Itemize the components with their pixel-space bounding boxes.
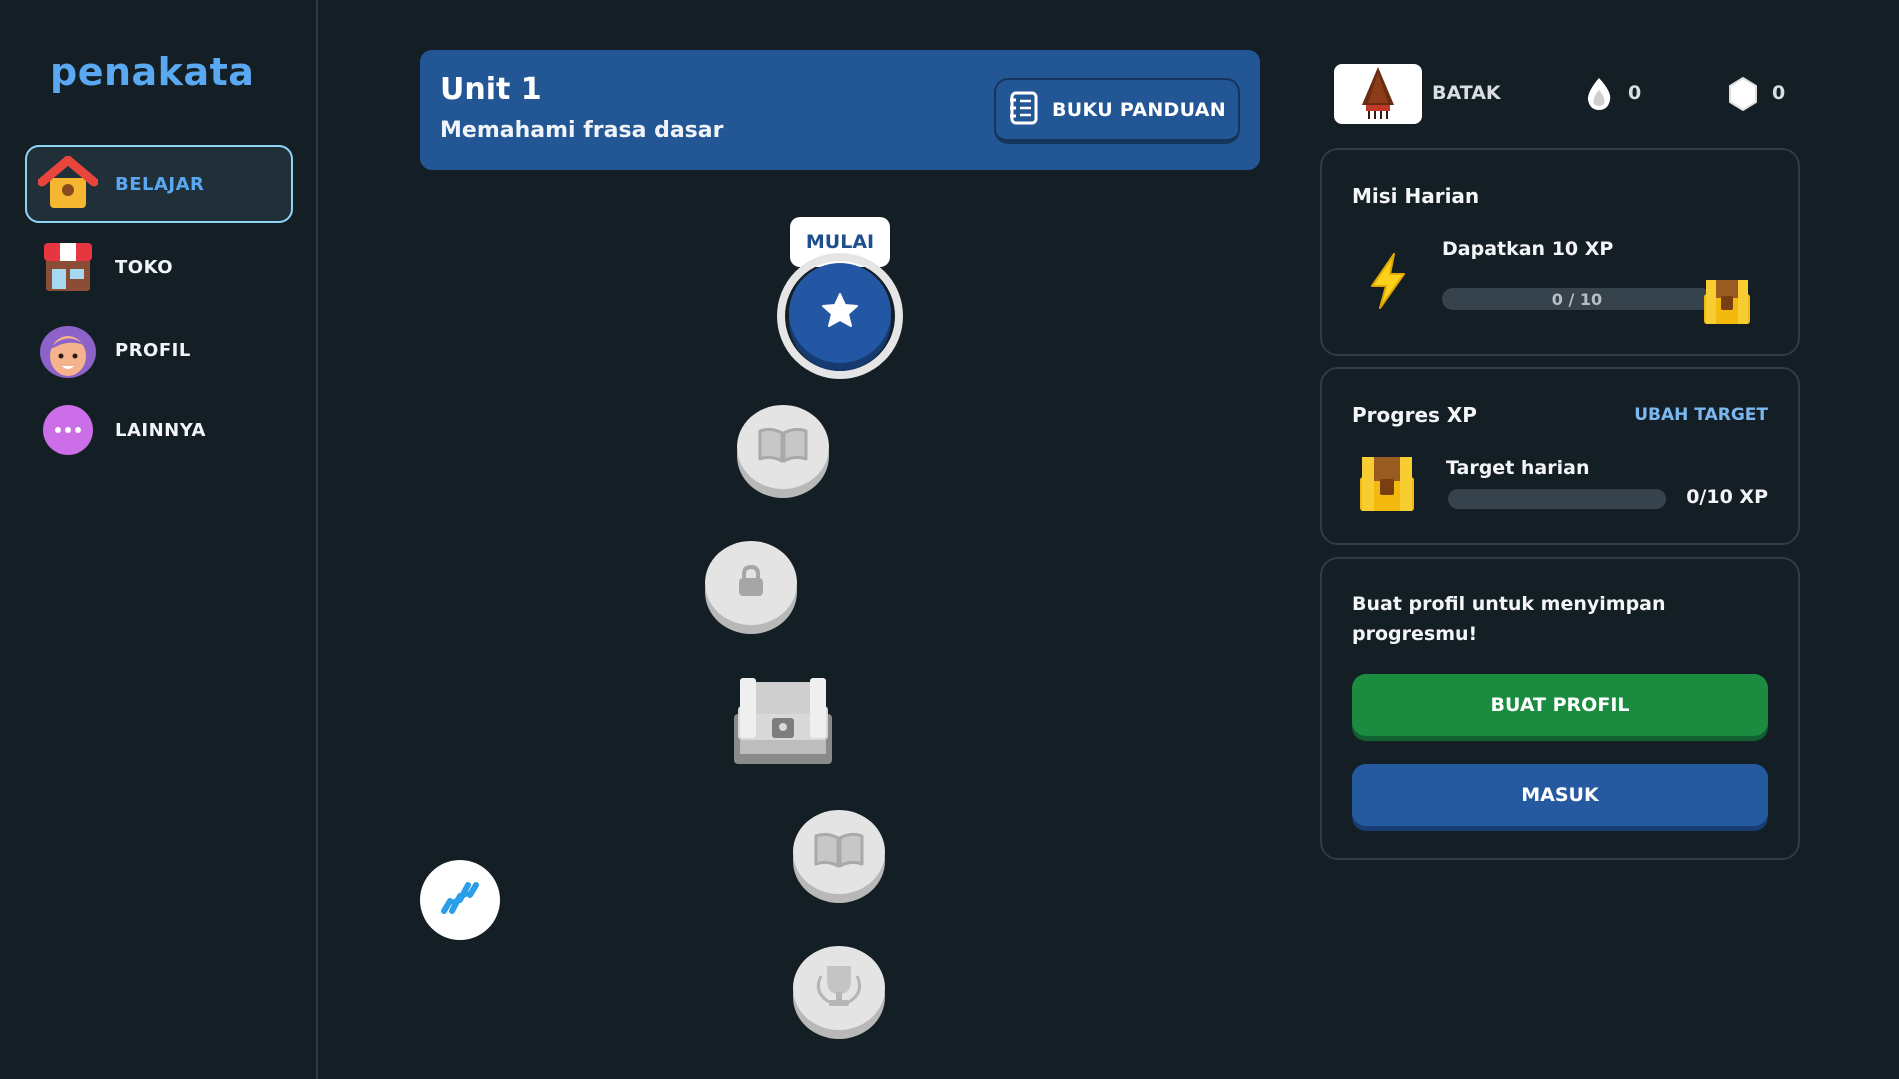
xp-progress-title: Progres XP <box>1352 403 1477 427</box>
trophy-icon <box>811 962 867 1014</box>
unit-title: Unit 1 <box>440 72 542 107</box>
practice-button[interactable] <box>420 860 500 940</box>
lesson-node-locked[interactable] <box>705 541 797 625</box>
sidebar-item-lainnya[interactable]: LAINNYA <box>25 391 293 469</box>
book-icon <box>812 830 866 874</box>
chest-icon <box>1702 276 1752 330</box>
language-label: BATAK <box>1432 82 1501 104</box>
profile-prompt-text: Buat profil untuk menyimpan progresmu! <box>1352 593 1666 645</box>
sidebar-item-label: TOKO <box>115 256 174 278</box>
lightning-icon <box>1366 252 1410 314</box>
sidebar-item-label: BELAJAR <box>115 173 205 195</box>
daily-mission-title: Misi Harian <box>1352 184 1480 208</box>
notebook-icon <box>1008 91 1040 129</box>
create-profile-card: Buat profil untuk menyimpan progresmu! B… <box>1320 557 1800 860</box>
mission-progress-bar: 0 / 10 <box>1442 288 1712 310</box>
more-icon <box>37 399 99 461</box>
guidebook-label: BUKU PANDUAN <box>1052 98 1226 121</box>
lesson-node-current[interactable] <box>789 263 891 363</box>
unit-review-node[interactable] <box>793 946 885 1030</box>
streak-icon[interactable] <box>1584 76 1614 116</box>
lesson-node-locked[interactable] <box>793 810 885 894</box>
sidebar-item-label: PROFIL <box>115 339 191 361</box>
chest-node[interactable] <box>732 676 834 766</box>
guidebook-button[interactable]: BUKU PANDUAN <box>994 78 1240 144</box>
batak-house-icon <box>1358 65 1398 123</box>
create-profile-button[interactable]: BUAT PROFIL <box>1352 674 1768 736</box>
shop-icon <box>37 236 99 298</box>
sidebar-item-label: LAINNYA <box>115 419 206 441</box>
home-icon <box>37 153 99 215</box>
sidebar: penakata BELAJAR TOKO PROFIL LAINNYA <box>0 0 318 1079</box>
mission-task: Dapatkan 10 XP <box>1442 238 1614 260</box>
language-flag[interactable] <box>1334 64 1422 124</box>
app-logo[interactable]: penakata <box>50 50 254 94</box>
login-button[interactable]: MASUK <box>1352 764 1768 826</box>
book-icon <box>756 425 810 469</box>
daily-target-label: Target harian <box>1446 457 1590 479</box>
dumbbell-icon <box>439 881 481 919</box>
xp-progress-card: Progres XP UBAH TARGET Target harian 0/1… <box>1320 367 1800 545</box>
sidebar-item-toko[interactable]: TOKO <box>25 228 293 306</box>
streak-count: 0 <box>1628 82 1642 104</box>
treasure-chest-icon <box>1358 455 1416 517</box>
sidebar-item-belajar[interactable]: BELAJAR <box>25 145 293 223</box>
star-icon <box>820 291 860 335</box>
lesson-node-locked[interactable] <box>737 405 829 489</box>
lock-icon <box>736 564 766 602</box>
gem-count: 0 <box>1772 82 1786 104</box>
daily-mission-card: Misi Harian Dapatkan 10 XP 0 / 10 <box>1320 148 1800 356</box>
unit-subtitle: Memahami frasa dasar <box>440 118 724 143</box>
chest-icon <box>732 678 834 770</box>
xp-progress-bar <box>1448 489 1666 509</box>
unit-header: Unit 1 Memahami frasa dasar BUKU PANDUAN <box>420 50 1260 170</box>
stats-bar: BATAK 0 0 <box>1334 64 1794 124</box>
mission-progress-text: 0 / 10 <box>1551 290 1603 309</box>
xp-value: 0/10 XP <box>1686 486 1768 508</box>
gem-icon[interactable] <box>1728 76 1758 116</box>
profile-icon <box>37 319 99 381</box>
sidebar-item-profil[interactable]: PROFIL <box>25 311 293 389</box>
change-target-link[interactable]: UBAH TARGET <box>1634 405 1768 425</box>
